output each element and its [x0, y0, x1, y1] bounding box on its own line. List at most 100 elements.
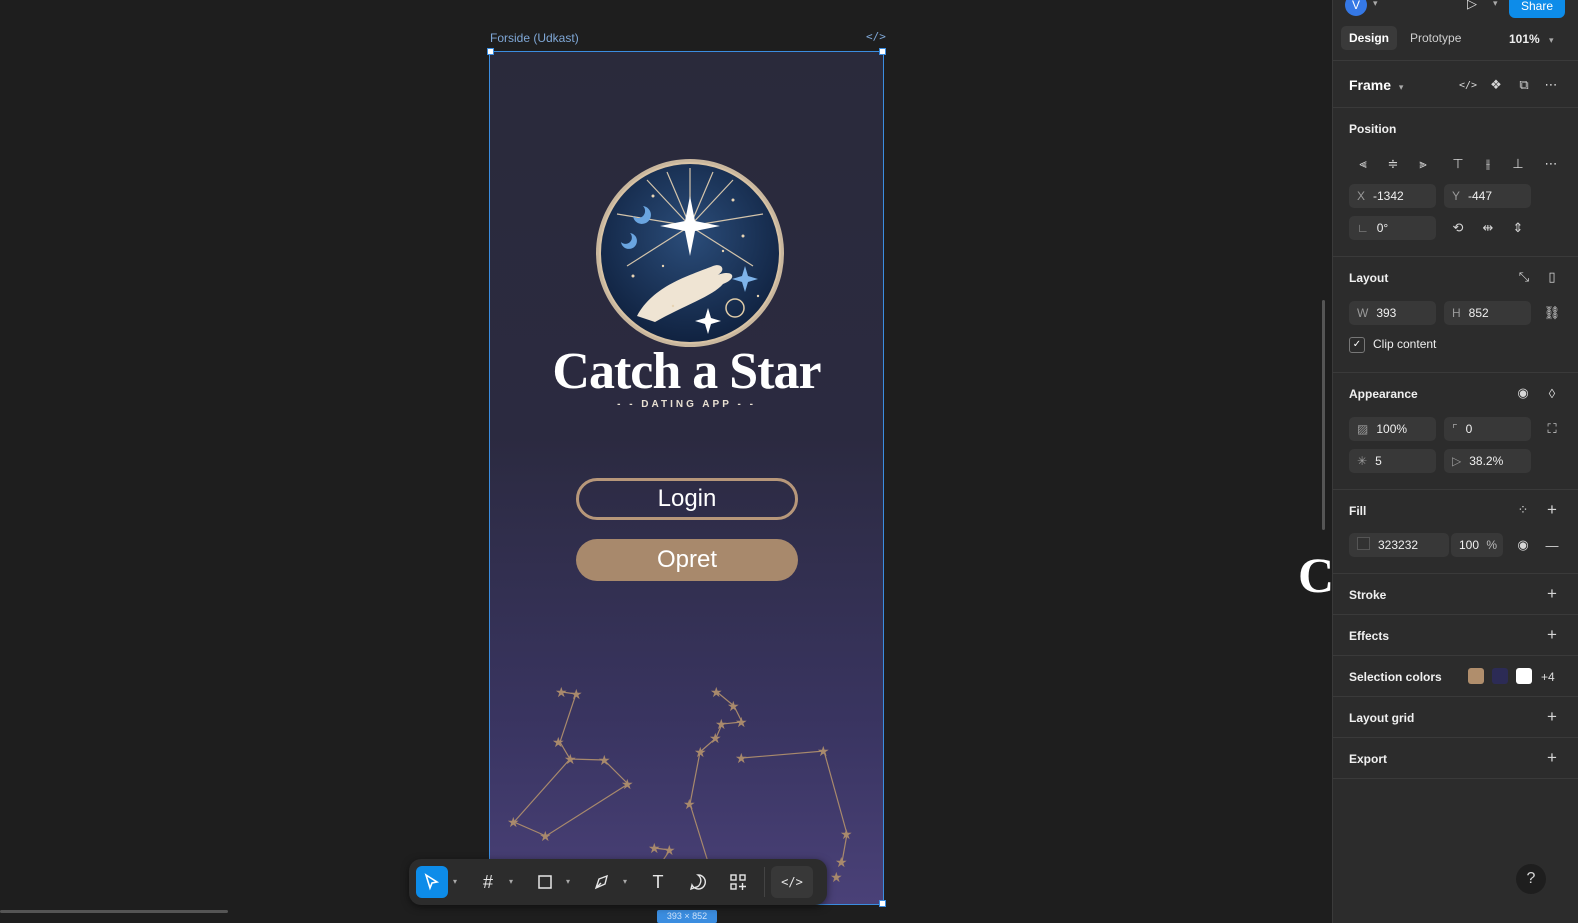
independent-corners-icon[interactable]: ⛶	[1540, 417, 1564, 441]
component-icon[interactable]: ❖	[1484, 73, 1508, 97]
tab-design[interactable]: Design	[1341, 26, 1398, 50]
more-selection-colors[interactable]: +4	[1541, 670, 1555, 684]
style-library-icon[interactable]: ⁘	[1511, 498, 1535, 522]
mask-icon[interactable]: ⧉	[1512, 73, 1536, 97]
export-section: Export +	[1333, 737, 1578, 779]
align-horizontal-center-icon[interactable]: ≑	[1381, 152, 1405, 176]
visibility-eye-icon[interactable]: ◉	[1511, 381, 1535, 405]
horizontal-scrollbar[interactable]	[0, 910, 228, 913]
zoom-level[interactable]: 101% ▾	[1509, 32, 1554, 46]
resize-handle-top-right[interactable]	[879, 48, 886, 55]
comment-tool-icon[interactable]	[682, 866, 714, 898]
frame-type-selector[interactable]: Frame ▾	[1349, 77, 1403, 93]
text-tool-icon[interactable]: T	[642, 866, 674, 898]
actions-tool-icon[interactable]	[722, 866, 754, 898]
fill-opacity-field[interactable]: 100 %	[1451, 533, 1503, 557]
selection-color-swatch-2[interactable]	[1492, 668, 1508, 684]
export-title: Export	[1349, 752, 1388, 766]
tab-prototype[interactable]: Prototype	[1402, 26, 1469, 50]
rotation-field[interactable]: ∟ 0°	[1349, 216, 1436, 240]
rectangle-tool-icon[interactable]	[529, 866, 561, 898]
x-position-field[interactable]: X -1342	[1349, 184, 1436, 208]
dev-mode-toggle-icon[interactable]: </>	[771, 866, 813, 898]
login-button[interactable]: Login	[576, 478, 798, 520]
position-title: Position	[1349, 122, 1397, 136]
fill-visibility-icon[interactable]: ◉	[1511, 533, 1535, 557]
selection-color-swatch-3[interactable]	[1516, 668, 1532, 684]
frame-tool-icon[interactable]: #	[472, 866, 504, 898]
star-points-icon: ✳	[1357, 454, 1368, 468]
constrain-proportions-icon[interactable]: ⛓	[1540, 301, 1564, 325]
flip-vertical-icon[interactable]: ⇕	[1506, 216, 1530, 240]
frame-name-label[interactable]: Forside (Udkast)	[490, 31, 579, 45]
flip-horizontal-icon[interactable]: ⇹	[1476, 216, 1500, 240]
width-field[interactable]: W 393	[1349, 301, 1436, 325]
align-bottom-icon[interactable]: ⊥	[1506, 152, 1530, 176]
brand-subtitle: - - DATING APP - -	[617, 399, 756, 410]
frame-type-chevron-icon: ▾	[1398, 82, 1404, 92]
fill-color-field[interactable]: 323232	[1349, 533, 1449, 557]
svg-text:★: ★	[694, 745, 707, 761]
height-field[interactable]: H 852	[1444, 301, 1531, 325]
svg-text:★: ★	[570, 687, 583, 703]
brand-title: Catch a Star	[552, 343, 821, 400]
svg-text:★: ★	[663, 843, 676, 859]
share-button[interactable]: Share	[1509, 0, 1565, 18]
effects-title: Effects	[1349, 629, 1390, 643]
frame-size-badge: 393 × 852	[657, 910, 717, 923]
layout-grid-toggle-icon[interactable]: ▯	[1540, 265, 1564, 289]
rotate-90-icon[interactable]: ⟲	[1446, 216, 1470, 240]
opret-button[interactable]: Opret	[576, 539, 798, 581]
svg-text:★: ★	[539, 829, 552, 845]
star-ratio-icon: ▷	[1452, 454, 1462, 468]
frame-tool-chevron-icon[interactable]: ▾	[509, 877, 513, 886]
more-options-icon[interactable]: ⋯	[1539, 73, 1563, 97]
add-fill-icon[interactable]: +	[1540, 498, 1564, 522]
auto-layout-icon[interactable]: ⤡	[1512, 265, 1536, 289]
app-frame[interactable]: Catch a Star - - DATING APP - - Login Op…	[489, 51, 884, 905]
add-stroke-icon[interactable]: +	[1540, 582, 1564, 606]
align-left-icon[interactable]: ⫷	[1351, 152, 1375, 176]
align-vertical-center-icon[interactable]: ⫲	[1476, 152, 1500, 176]
svg-text:★: ★	[735, 751, 748, 767]
help-button[interactable]: ?	[1516, 864, 1546, 894]
code-icon[interactable]: </>	[866, 30, 886, 43]
pen-tool-icon[interactable]	[586, 866, 618, 898]
clip-content-checkbox[interactable]: ✓	[1349, 337, 1365, 353]
present-play-icon[interactable]: ▷	[1467, 0, 1477, 12]
clip-content-label: Clip content	[1373, 337, 1437, 351]
svg-text:★: ★	[598, 753, 611, 769]
code-icon[interactable]: </>	[1456, 73, 1480, 97]
layout-grid-section: Layout grid +	[1333, 696, 1578, 737]
add-export-icon[interactable]: +	[1540, 746, 1564, 770]
remove-fill-icon[interactable]: —	[1540, 533, 1564, 557]
selection-color-swatch-1[interactable]	[1468, 668, 1484, 684]
canvas[interactable]: Forside (Udkast) </> Catch a Star - - DA…	[0, 0, 1332, 923]
blend-mode-drop-icon[interactable]: ◊	[1540, 381, 1564, 405]
align-top-icon[interactable]: ⊤	[1446, 152, 1470, 176]
effects-section: Effects +	[1333, 614, 1578, 655]
avatar-chevron-icon[interactable]: ▾	[1373, 0, 1378, 9]
resize-handle-top-left[interactable]	[487, 48, 494, 55]
add-effect-icon[interactable]: +	[1540, 623, 1564, 647]
star-ratio-field[interactable]: ▷ 38.2%	[1444, 449, 1531, 473]
resize-handle-bottom-right[interactable]	[879, 900, 886, 907]
more-align-options-icon[interactable]: ⋯	[1539, 152, 1563, 176]
move-tool-chevron-icon[interactable]: ▾	[453, 877, 457, 886]
pen-tool-chevron-icon[interactable]: ▾	[623, 877, 627, 886]
svg-text:★: ★	[727, 699, 740, 715]
opacity-field[interactable]: ▨ 100%	[1349, 417, 1436, 441]
present-chevron-icon[interactable]: ▾	[1493, 0, 1498, 9]
user-avatar[interactable]: V	[1345, 0, 1367, 16]
svg-text:★: ★	[840, 827, 853, 843]
y-position-field[interactable]: Y -447	[1444, 184, 1531, 208]
shape-tool-chevron-icon[interactable]: ▾	[566, 877, 570, 886]
fill-color-swatch	[1357, 537, 1370, 550]
move-tool-icon[interactable]	[416, 866, 448, 898]
frame-header: Frame ▾ </> ❖ ⧉ ⋯	[1333, 60, 1578, 107]
vertical-scrollbar[interactable]	[1322, 300, 1325, 530]
star-points-field[interactable]: ✳ 5	[1349, 449, 1436, 473]
align-right-icon[interactable]: ⫸	[1411, 152, 1435, 176]
add-layout-grid-icon[interactable]: +	[1540, 705, 1564, 729]
corner-radius-field[interactable]: ⌜ 0	[1444, 417, 1531, 441]
